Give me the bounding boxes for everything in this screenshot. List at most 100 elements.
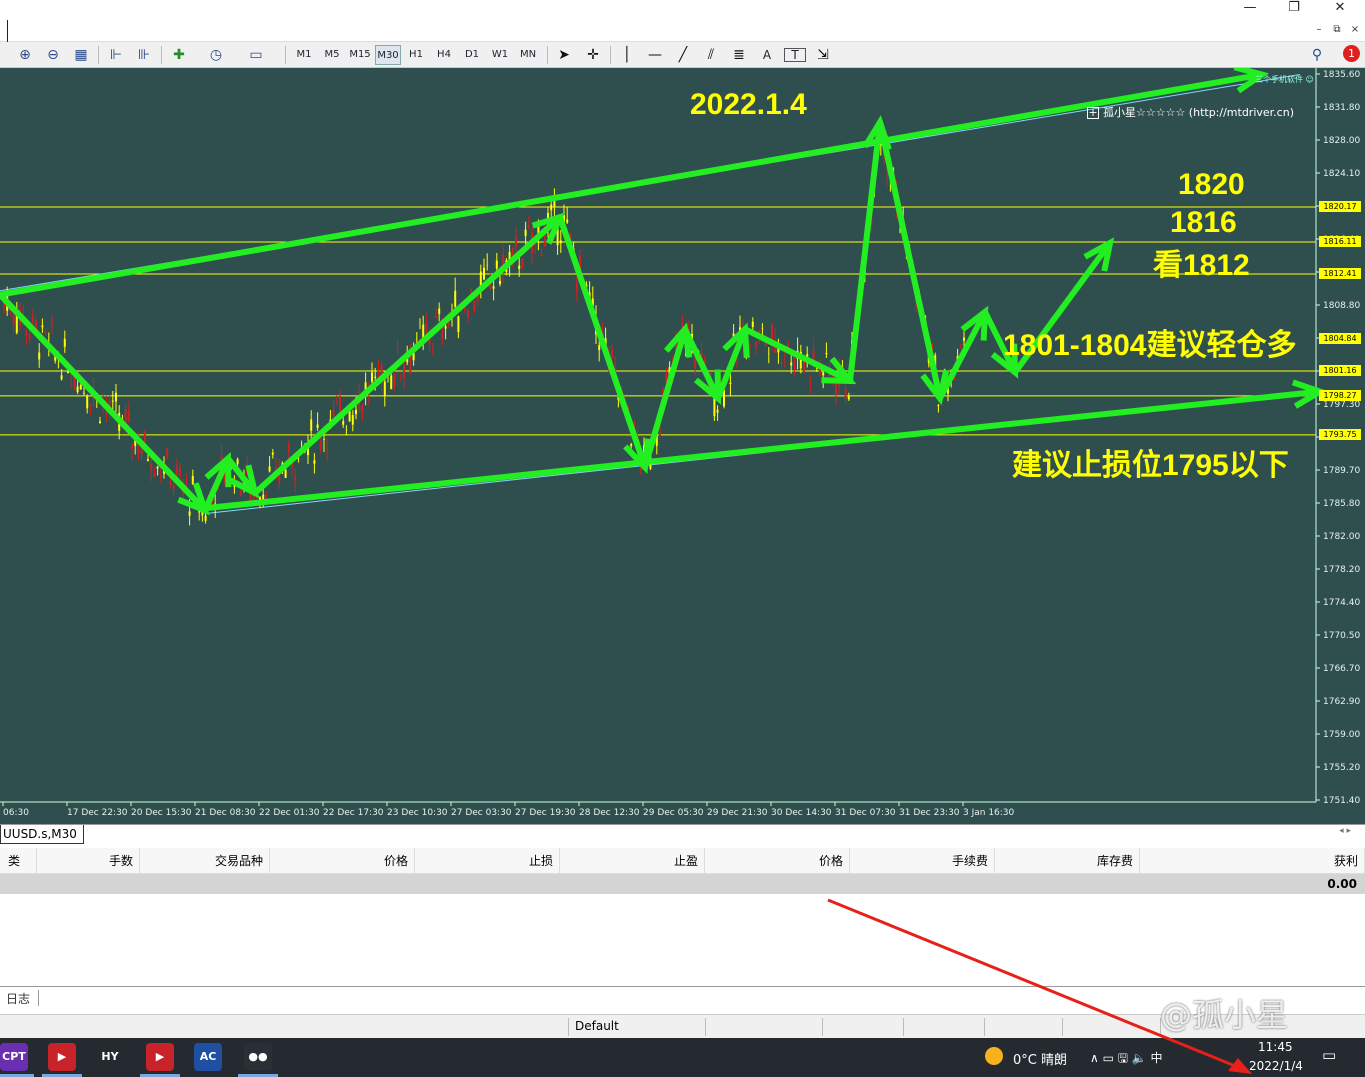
- time-tick-label: 31 Dec 23:30: [899, 808, 960, 818]
- buy-zone-annotation: 1801-1804建议轻仓多: [1003, 329, 1297, 362]
- text-tool-button[interactable]: A: [756, 45, 778, 65]
- wave-arrow-segment: [742, 326, 853, 384]
- column-header[interactable]: 止盈: [560, 848, 705, 874]
- periods-clock-icon[interactable]: ◷: [205, 45, 227, 65]
- column-header[interactable]: 手数: [37, 848, 140, 874]
- search-icon[interactable]: ⚲: [1306, 45, 1328, 65]
- tab-scroll-arrows[interactable]: ◂ ▸: [1339, 826, 1351, 836]
- total-profit: 0.00: [1327, 877, 1357, 891]
- vertical-line-icon[interactable]: │: [616, 45, 638, 65]
- wave-arrow-segment: [642, 326, 688, 471]
- mdi-restore-button[interactable]: ⧉: [1328, 22, 1346, 38]
- price-tick-label: 1759.00: [1323, 730, 1360, 740]
- time-tick-label: 20 Dec 15:30: [131, 808, 192, 818]
- minimize-button[interactable]: —: [1230, 0, 1270, 18]
- taskbar-app[interactable]: CPT: [0, 1043, 28, 1071]
- column-header[interactable]: 类型: [0, 848, 37, 894]
- price-tick-label: 1808.80: [1323, 301, 1360, 311]
- taskbar-app[interactable]: ▶: [48, 1043, 76, 1071]
- menu-bar: [0, 20, 1365, 56]
- title-bar: — ❐ ✕: [0, 0, 1365, 20]
- price-tag: 1816.11: [1319, 236, 1361, 248]
- timeframe-m1-button[interactable]: M1: [291, 45, 317, 65]
- price-tick-label: 1766.70: [1323, 664, 1360, 674]
- price-tick-label: 1831.80: [1323, 103, 1360, 113]
- weather-text[interactable]: 0°C 晴朗: [1013, 1049, 1067, 1068]
- timeframe-d1-button[interactable]: D1: [459, 45, 485, 65]
- price-tick-label: 1774.40: [1323, 598, 1360, 608]
- timeframe-m15-button[interactable]: M15: [347, 45, 373, 65]
- crosshair-icon[interactable]: ✛: [582, 45, 604, 65]
- fibonacci-icon[interactable]: ≣: [728, 45, 750, 65]
- indicators-icon[interactable]: ✚: [168, 45, 190, 65]
- time-tick-label: 28 Dec 12:30: [579, 808, 640, 818]
- time-tick-label: 31 Dec 07:30: [835, 808, 896, 818]
- price-tick-label: 1762.90: [1323, 697, 1360, 707]
- timeframe-h4-button[interactable]: H4: [431, 45, 457, 65]
- close-button[interactable]: ✕: [1320, 0, 1360, 18]
- taskbar-app[interactable]: AC: [194, 1043, 222, 1071]
- time-tick-label: 30 Dec 14:30: [771, 808, 832, 818]
- time-tick-label: 27 Dec 19:30: [515, 808, 576, 818]
- target-1816-annotation: 1816: [1170, 206, 1237, 239]
- channel-icon[interactable]: ⫽: [700, 45, 722, 65]
- mdi-close-button[interactable]: ×: [1346, 22, 1364, 38]
- zoom-out-icon[interactable]: ⊖: [42, 45, 64, 65]
- templates-icon[interactable]: ▭: [245, 45, 267, 65]
- action-center-icon[interactable]: ▭: [1322, 1046, 1336, 1064]
- weather-sun-icon: [985, 1047, 1003, 1065]
- mdi-minimize-button[interactable]: –: [1310, 22, 1328, 38]
- taskbar: CPT ▶ HY ▶ AC ●● 0°C 晴朗 ∧ ▭ 🖫 🔈 中 ▭: [0, 1038, 1365, 1077]
- taskbar-app[interactable]: ▶: [146, 1043, 174, 1071]
- time-tick-label: 06:30: [3, 808, 29, 818]
- cursor-icon[interactable]: ➤: [553, 45, 575, 65]
- autoscroll-icon[interactable]: ⊪: [133, 45, 155, 65]
- terminal-panel: 类型手数交易品种价格止损止盈价格手续费库存费获利 0.00: [0, 848, 1365, 986]
- watermark-top: 三个手机软件 ☺: [1255, 75, 1314, 84]
- stop-loss-annotation: 建议止损位1795以下: [1012, 449, 1289, 482]
- price-tick-label: 1824.10: [1323, 169, 1360, 179]
- timeframe-mn-button[interactable]: MN: [515, 45, 541, 65]
- price-tag: 1798.27: [1319, 389, 1361, 401]
- notification-badge[interactable]: 1: [1343, 45, 1360, 62]
- taskbar-app[interactable]: ●●: [244, 1043, 272, 1071]
- tray-icons[interactable]: ∧ ▭ 🖫 🔈 中: [1090, 1049, 1163, 1070]
- column-header[interactable]: 价格: [705, 848, 850, 874]
- timeframe-h1-button[interactable]: H1: [403, 45, 429, 65]
- arrows-icon[interactable]: ⇲: [812, 45, 834, 65]
- time-tick-label: 23 Dec 10:30: [387, 808, 448, 818]
- column-header[interactable]: 手续费: [850, 848, 995, 874]
- price-tick-label: 1782.00: [1323, 532, 1360, 542]
- clock-date[interactable]: 2022/1/4: [1249, 1059, 1303, 1073]
- column-header[interactable]: 获利: [1140, 848, 1365, 874]
- column-header[interactable]: 库存费: [995, 848, 1140, 874]
- price-tick-label: 1789.70: [1323, 466, 1360, 476]
- timeframe-m30-button[interactable]: M30: [375, 45, 401, 65]
- restore-button[interactable]: ❐: [1274, 0, 1314, 18]
- text-label-tool-button[interactable]: T: [784, 48, 806, 62]
- tab-journal[interactable]: 日志: [6, 990, 30, 1007]
- taskbar-app[interactable]: HY: [96, 1043, 124, 1071]
- chart-shift-icon[interactable]: ⊩: [105, 45, 127, 65]
- time-tick-label: 22 Dec 17:30: [323, 808, 384, 818]
- toolbar: ⊕ ⊖ ▦ ⊩ ⊪ ✚ ◷ ▭ M1 M5 M15 M30 H1 H4 D1 W1 MN ➤ ✛…: [0, 42, 1365, 68]
- mt4-window: — ❐ ✕ – ⧉ × ⊕ ⊖ ▦ ⊩ ⊪ ✚ ◷ ▭ M1 M5 M15 M30 H1…: [0, 0, 1365, 1077]
- column-header[interactable]: 价格: [270, 848, 415, 874]
- price-tick-label: 1828.00: [1323, 136, 1360, 146]
- zoom-in-icon[interactable]: ⊕: [14, 45, 36, 65]
- time-tick-label: 3 Jan 16:30: [963, 808, 1015, 818]
- price-tag: 1804.84: [1319, 333, 1361, 345]
- timeframe-w1-button[interactable]: W1: [487, 45, 513, 65]
- clock-time[interactable]: 11:45: [1258, 1040, 1293, 1054]
- tile-windows-icon[interactable]: ▦: [70, 45, 92, 65]
- column-header[interactable]: 止损: [415, 848, 560, 874]
- column-header[interactable]: 交易品种: [140, 848, 270, 874]
- price-chart[interactable]: 1835.601831.801828.001824.101820.301816.…: [0, 68, 1365, 824]
- chart-tab-symbol[interactable]: UUSD.s,M30: [0, 825, 84, 844]
- horizontal-line-icon[interactable]: —: [644, 45, 666, 65]
- price-tick-label: 1751.40: [1323, 796, 1360, 806]
- price-tick-label: 1785.80: [1323, 499, 1360, 509]
- timeframe-m5-button[interactable]: M5: [319, 45, 345, 65]
- trendline-icon[interactable]: ╱: [672, 45, 694, 65]
- price-tick-label: 1835.60: [1323, 70, 1360, 80]
